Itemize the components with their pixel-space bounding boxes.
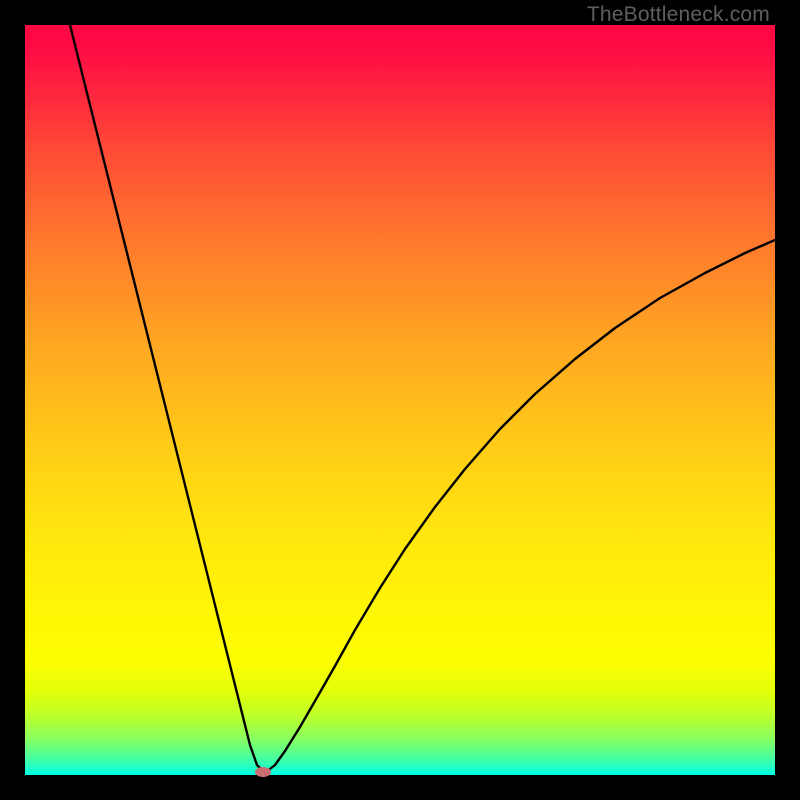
bottleneck-curve — [25, 25, 775, 775]
curve-path — [70, 25, 775, 773]
optimum-marker — [255, 767, 271, 777]
watermark-text: TheBottleneck.com — [587, 3, 770, 27]
chart-frame — [25, 25, 775, 775]
